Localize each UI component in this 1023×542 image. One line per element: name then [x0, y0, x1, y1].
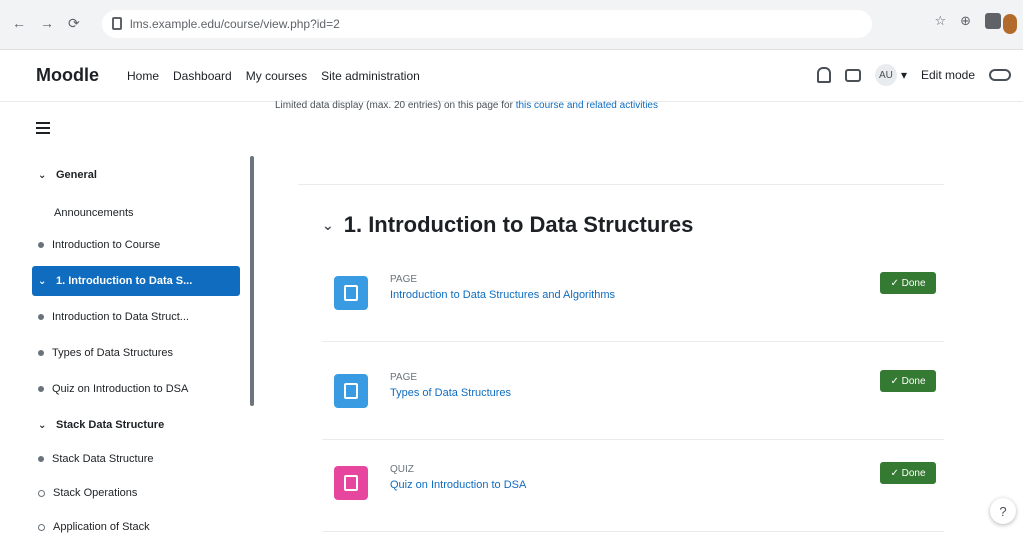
activity-link[interactable]: Quiz on Introduction to DSA: [390, 479, 526, 491]
course-index-item[interactable]: Quiz on Introduction to DSA: [32, 374, 240, 404]
nav-dashboard[interactable]: Dashboard: [173, 69, 232, 83]
notice-text: Limited data display (max. 20 entries) o…: [275, 100, 658, 111]
course-index-label: Quiz on Introduction to DSA: [52, 383, 189, 395]
notice-link[interactable]: this course and related activities: [516, 100, 658, 111]
course-index-item[interactable]: Stack Operations: [32, 478, 240, 508]
incomplete-circle-icon: [38, 523, 45, 531]
course-index-label: 1. Introduction to Data S...: [56, 275, 193, 287]
lock-icon: [112, 17, 122, 30]
avatar: AU: [874, 64, 897, 86]
completion-dot-icon: [38, 386, 44, 392]
address-text: lms.example.edu/course/view.php?id=2: [130, 17, 340, 31]
chevron-down-icon: ▾: [900, 68, 907, 82]
nav-site-administration[interactable]: Site administration: [321, 69, 420, 83]
course-index-label: Application of Stack: [53, 521, 150, 533]
primary-navigation: Home Dashboard My courses Site administr…: [127, 69, 420, 83]
edit-mode-toggle[interactable]: [989, 69, 1011, 81]
activity-link[interactable]: Introduction to Data Structures and Algo…: [390, 289, 615, 301]
section-title: ⌄ 1. Introduction to Data Structures: [322, 212, 693, 238]
browser-tools: ☆ ⊕: [934, 13, 1001, 29]
course-index-item[interactable]: ⌄ 1. Introduction to Data S...: [32, 266, 240, 296]
nav-my-courses[interactable]: My courses: [246, 69, 307, 83]
activity-type: PAGE: [390, 274, 418, 285]
mark-done-button[interactable]: ✓ Done: [880, 272, 936, 294]
notifications-icon[interactable]: [816, 67, 831, 83]
course-index-item[interactable]: ⌄ Stack Data Structure: [32, 410, 240, 440]
navbar-right: AU ▾ Edit mode: [816, 64, 1011, 86]
mark-done-button[interactable]: ✓ Done: [880, 370, 936, 392]
course-index-item[interactable]: Types of Data Structures: [32, 338, 240, 368]
course-index-label: Announcements: [54, 207, 134, 219]
edit-mode-label: Edit mode: [920, 68, 975, 82]
activity-type: PAGE: [390, 372, 418, 383]
zoom-icon[interactable]: ⊕: [960, 13, 971, 29]
reload-icon[interactable]: ⟳: [68, 15, 80, 32]
bookmark-icon[interactable]: ☆: [934, 13, 946, 29]
course-index-item[interactable]: Announcements: [32, 198, 240, 228]
mark-done-button[interactable]: ✓ Done: [880, 462, 936, 484]
completion-dot-icon: [38, 314, 44, 320]
notice-message: Limited data display (max. 20 entries) o…: [275, 100, 513, 111]
activity-item: PAGE Introduction to Data Structures and …: [322, 262, 944, 342]
course-index-label: Introduction to Course: [52, 239, 161, 251]
course-index-item[interactable]: Introduction to Course: [32, 230, 240, 260]
drawer-toggle-icon[interactable]: [36, 122, 50, 136]
course-index-label: Stack Operations: [53, 487, 138, 499]
course-index-item[interactable]: Application of Stack: [32, 512, 240, 542]
course-index-label: General: [56, 169, 97, 181]
course-index-item[interactable]: Introduction to Data Struct...: [32, 302, 240, 332]
course-index-label: Introduction to Data Struct...: [52, 311, 189, 323]
activity-type: QUIZ: [390, 464, 414, 475]
back-icon[interactable]: ←: [12, 15, 26, 32]
user-menu[interactable]: AU ▾: [874, 64, 907, 86]
profile-icon[interactable]: [1003, 14, 1017, 34]
address-bar[interactable]: lms.example.edu/course/view.php?id=2: [102, 10, 872, 38]
quiz-icon: [334, 466, 368, 500]
browser-chrome: ← → ⟳ lms.example.edu/course/view.php?id…: [0, 0, 1023, 50]
section-heading: 1. Introduction to Data Structures: [343, 212, 694, 237]
messages-icon[interactable]: [844, 68, 861, 82]
site-navbar: Moodle Home Dashboard My courses Site ad…: [0, 50, 1023, 102]
page-icon: [334, 374, 368, 408]
page-icon: [334, 276, 368, 310]
course-index-label: Types of Data Structures: [52, 347, 174, 359]
drawer-scrollbar[interactable]: [250, 156, 254, 406]
collapse-section-icon[interactable]: ⌄: [322, 217, 334, 234]
forward-icon[interactable]: →: [40, 15, 54, 32]
chevron-down-icon[interactable]: ⌄: [38, 276, 48, 287]
completion-dot-icon: [38, 350, 44, 356]
chevron-down-icon[interactable]: ⌄: [38, 170, 48, 181]
course-index-label: Stack Data Structure: [52, 453, 154, 465]
course-index-item[interactable]: ⌄ General: [32, 160, 240, 190]
activity-link[interactable]: Types of Data Structures: [390, 387, 511, 399]
activity-item: QUIZ Quiz on Introduction to DSA ✓ Done: [322, 452, 944, 532]
completion-dot-icon: [38, 456, 44, 462]
completion-dot-icon: [38, 242, 44, 248]
extension-icon[interactable]: [985, 13, 1001, 29]
browser-nav: ← → ⟳: [12, 15, 80, 32]
site-logo[interactable]: Moodle: [36, 65, 99, 86]
chevron-down-icon[interactable]: ⌄: [38, 420, 48, 431]
course-index-item[interactable]: Stack Data Structure: [32, 444, 240, 474]
activity-item: PAGE Types of Data Structures ✓ Done: [322, 360, 944, 440]
course-index: ⌄ General Announcements Introduction to Cou…: [0, 152, 258, 542]
incomplete-circle-icon: [38, 489, 45, 497]
course-index-label: Stack Data Structure: [56, 419, 165, 431]
help-button[interactable]: ?: [990, 498, 1016, 524]
nav-home[interactable]: Home: [127, 69, 159, 83]
course-header-card: [298, 125, 944, 185]
